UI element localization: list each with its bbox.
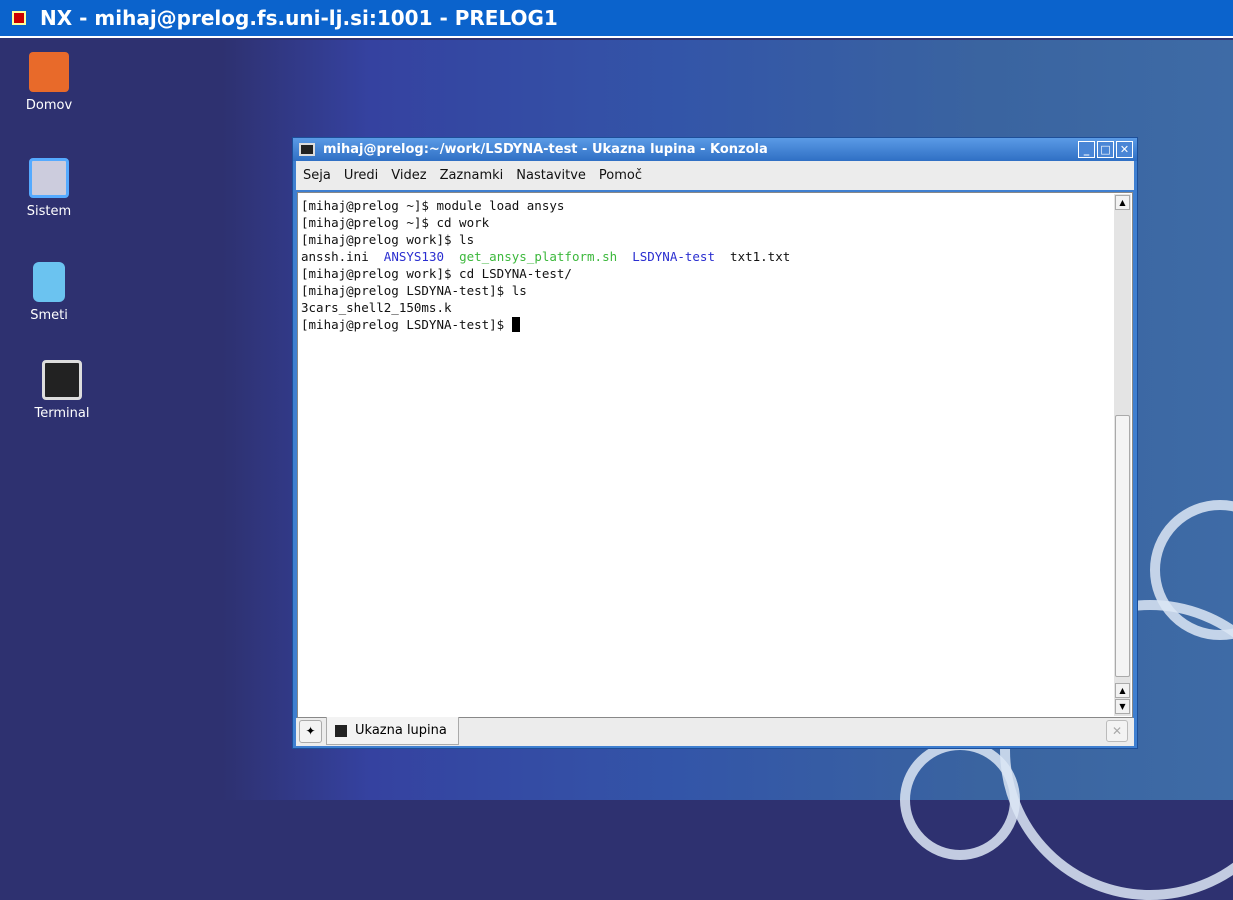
file: txt1.txt	[730, 249, 791, 264]
trash-icon	[33, 262, 65, 302]
terminal-line: [mihaj@prelog work]$ cd LSDYNA-test/	[301, 266, 572, 281]
scroll-down-button[interactable]: ▼	[1115, 699, 1130, 714]
menu-bar: Seja Uredi Videz Zaznamki Nastavitve Pom…	[296, 161, 1134, 190]
menu-uredi[interactable]: Uredi	[338, 168, 384, 183]
directory: ANSYS130	[383, 249, 445, 264]
scroll-up-button[interactable]: ▲	[1115, 195, 1130, 210]
file: anssh.ini	[301, 249, 369, 264]
window-title-bar[interactable]: mihaj@prelog:~/work/LSDYNA-test - Ukazna…	[293, 138, 1137, 161]
icon-label: Terminal	[34, 406, 90, 421]
konsole-window: mihaj@prelog:~/work/LSDYNA-test - Ukazna…	[292, 137, 1138, 749]
nx-title: NX - mihaj@prelog.fs.uni-lj.si:1001 - PR…	[40, 6, 558, 30]
tab-label: Ukazna lupina	[355, 723, 447, 738]
terminal-icon	[42, 360, 82, 400]
icon-label: Domov	[25, 98, 73, 113]
terminal-tab-icon	[335, 724, 347, 737]
menu-pomoc[interactable]: Pomoč	[593, 168, 648, 183]
desktop-icon-trash[interactable]: Smeti	[9, 262, 89, 323]
menu-videz[interactable]: Videz	[385, 168, 432, 183]
menu-zaznamki[interactable]: Zaznamki	[434, 168, 510, 183]
maximize-button[interactable]: □	[1097, 141, 1114, 158]
scrollbar[interactable]: ▲ ▲ ▼	[1114, 194, 1131, 716]
close-button[interactable]: ✕	[1116, 141, 1133, 158]
menu-seja[interactable]: Seja	[297, 168, 337, 183]
scrollbar-thumb[interactable]	[1115, 415, 1130, 677]
icon-label: Smeti	[30, 308, 68, 323]
scroll-up-button-lower[interactable]: ▲	[1115, 683, 1130, 698]
home-icon	[29, 52, 69, 92]
desktop-icon-home[interactable]: Domov	[9, 52, 89, 113]
icon-label: Sistem	[26, 204, 72, 219]
terminal-line: [mihaj@prelog LSDYNA-test]$ ls	[301, 283, 527, 298]
terminal-prompt-line: [mihaj@prelog LSDYNA-test]$	[301, 316, 790, 333]
terminal-line: 3cars_shell2_150ms.k	[301, 300, 452, 315]
nx-title-bar: NX - mihaj@prelog.fs.uni-lj.si:1001 - PR…	[0, 0, 1233, 38]
terminal-line-ls: anssh.ini ANSYS130 get_ansys_platform.sh…	[301, 248, 790, 265]
terminal-line: [mihaj@prelog ~]$ cd work	[301, 215, 490, 230]
menu-nastavitve[interactable]: Nastavitve	[510, 168, 592, 183]
executable: get_ansys_platform.sh	[459, 249, 618, 264]
terminal-area[interactable]: [mihaj@prelog ~]$ module load ansys [miha…	[297, 192, 1133, 718]
directory: LSDYNA-test	[632, 249, 715, 264]
konsole-icon	[299, 143, 315, 156]
tab-ukazna-lupina[interactable]: Ukazna lupina	[326, 717, 459, 745]
window-title: mihaj@prelog:~/work/LSDYNA-test - Ukazna…	[323, 142, 768, 157]
computer-icon	[29, 158, 69, 198]
new-tab-button[interactable]: ✦	[299, 720, 322, 743]
desktop-icon-terminal[interactable]: Terminal	[22, 360, 102, 421]
nx-app-icon	[12, 11, 26, 25]
cursor	[511, 317, 520, 332]
tab-bar: ✦ Ukazna lupina ✕	[296, 717, 1134, 746]
desktop-icon-system[interactable]: Sistem	[9, 158, 89, 219]
minimize-button[interactable]: _	[1078, 141, 1095, 158]
prompt: [mihaj@prelog LSDYNA-test]$	[301, 317, 512, 332]
close-tab-button[interactable]: ✕	[1106, 720, 1128, 742]
terminal-line: [mihaj@prelog work]$ ls	[301, 232, 475, 247]
terminal-line: [mihaj@prelog ~]$ module load ansys	[301, 198, 565, 213]
